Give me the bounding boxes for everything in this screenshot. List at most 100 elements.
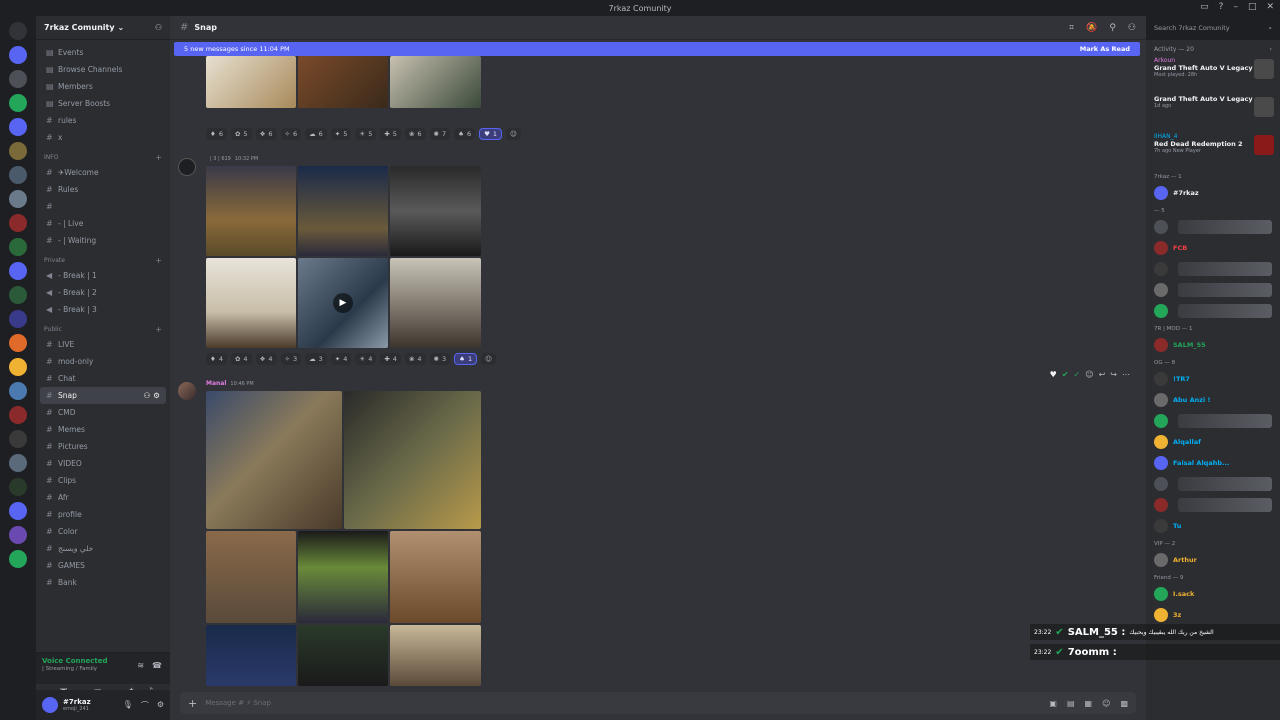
reaction-chip[interactable]: ✚ 5 [380,128,401,140]
server-icon[interactable] [9,550,27,568]
add-reaction-icon[interactable]: ☺ [506,128,521,140]
more-icon[interactable]: ⋯ [1122,370,1130,379]
forward-icon[interactable]: ↪ [1110,370,1117,379]
member-item[interactable]: Abu Anzi ! [1146,389,1280,410]
channel-item[interactable]: # Chat [40,370,166,387]
image-attachment[interactable] [390,531,481,623]
member-item[interactable] [1146,473,1280,494]
activity-card[interactable]: Grand Theft Auto V Legacy 1d ago [1146,93,1280,131]
reaction-chip[interactable]: ♥ 1 [479,128,503,140]
reaction-chip[interactable]: ✦ 5 [330,128,352,140]
help-icon[interactable]: ? [1219,2,1224,12]
channel-item[interactable]: # Bank [40,574,166,591]
avatar[interactable] [178,382,196,400]
member-item[interactable]: Tu [1146,515,1280,536]
reaction-chip[interactable]: ♦ 4 [206,353,227,365]
image-attachment[interactable] [390,258,481,348]
add-reaction-icon[interactable]: ☺ [1085,370,1093,379]
invite-icon[interactable]: ⚇ [144,391,151,400]
reaction-chip[interactable]: ✺ 7 [429,128,451,140]
heart-reaction-icon[interactable]: ♥ [1050,370,1057,379]
image-attachment[interactable] [298,56,388,108]
channel-item[interactable]: # CMD [40,404,166,421]
server-icon[interactable] [9,310,27,328]
nav-item[interactable]: ▤ Events [40,44,166,61]
server-icon[interactable] [9,118,27,136]
channel-item[interactable]: # - | Live [40,215,166,232]
search-input[interactable]: Search 7rkaz Comunity ⌕ [1146,16,1280,40]
emoji-icon[interactable]: ☺ [1102,699,1110,708]
image-attachment[interactable] [344,391,481,529]
channel-item[interactable]: # [40,198,166,215]
sticker-icon[interactable]: ▦ [1085,699,1093,708]
reaction-chip[interactable]: ☁ 3 [305,353,327,365]
invite-icon[interactable]: ⚇ [155,23,162,32]
member-item[interactable]: !TR7 [1146,368,1280,389]
noise-suppression-icon[interactable]: ≋ [137,661,144,670]
channel-item[interactable]: # Afr [40,489,166,506]
image-attachment[interactable] [206,258,296,348]
gear-icon[interactable]: ⚙ [157,700,164,711]
gif-icon[interactable]: ▤ [1067,699,1075,708]
channel-item[interactable]: # x [40,129,166,146]
pin-icon[interactable]: ⚲ [1109,23,1116,33]
mark-as-read-button[interactable]: Mark As Read [1080,45,1130,53]
reaction-chip[interactable]: ✿ 4 [230,353,252,365]
nav-item[interactable]: ▤ Server Boosts [40,95,166,112]
server-icon[interactable] [9,46,27,64]
message-composer[interactable]: + Message # ⚡ Snap ▣ ▤ ▦ ☺ ▩ [180,692,1136,714]
member-item[interactable]: 3z [1146,604,1280,625]
image-attachment[interactable] [298,531,388,623]
channel-item[interactable]: # Clips [40,472,166,489]
server-icon[interactable] [9,382,27,400]
add-reaction-icon[interactable]: ☺ [481,353,496,365]
image-attachment[interactable] [206,391,342,529]
channel-item[interactable]: # Memes [40,421,166,438]
server-icon[interactable] [9,190,27,208]
reaction-chip[interactable]: ✺ 3 [429,353,451,365]
channel-item[interactable]: # Rules [40,181,166,198]
reaction-chip[interactable]: ✧ 6 [280,128,302,140]
member-item[interactable]: Faisal Alqahb... [1146,452,1280,473]
channel-item[interactable]: # Color [40,523,166,540]
channel-item[interactable]: # profile [40,506,166,523]
reaction-chip[interactable]: ✿ 5 [230,128,252,140]
reaction-chip[interactable]: ♦ 6 [206,128,227,140]
home-icon[interactable] [9,22,27,40]
image-attachment[interactable] [298,625,388,686]
reaction-chip[interactable]: ❖ 6 [255,128,277,140]
reaction-chip[interactable]: ☀ 4 [355,353,377,365]
member-item[interactable]: Arthur [1146,549,1280,570]
nav-item[interactable]: ▤ Browse Channels [40,61,166,78]
channel-item[interactable]: # ✈Welcome [40,164,166,181]
server-icon[interactable] [9,478,27,496]
channel-item[interactable]: # rules [40,112,166,129]
headphones-icon[interactable]: ⌒ [141,700,149,711]
reaction-chip[interactable]: ☀ 5 [355,128,377,140]
close-button[interactable]: ✕ [1266,2,1274,12]
reaction-chip[interactable]: ❀ 6 [404,128,426,140]
member-item[interactable]: FCB [1146,237,1280,258]
server-icon[interactable] [9,286,27,304]
threads-icon[interactable]: ⌗ [1069,23,1074,33]
add-attachment-icon[interactable]: + [188,697,197,710]
server-icon[interactable] [9,334,27,352]
member-item[interactable]: Alqallaf [1146,431,1280,452]
reply-icon[interactable]: ↩ [1099,370,1106,379]
member-item[interactable] [1146,300,1280,321]
server-icon[interactable] [9,406,27,424]
server-icon[interactable] [9,262,27,280]
channel-item[interactable]: # Pictures [40,438,166,455]
image-attachment[interactable] [390,56,481,108]
activity-card[interactable]: Arkoun Grand Theft Auto V Legacy Most pl… [1146,55,1280,93]
channel-item[interactable]: # mod-only [40,353,166,370]
server-icon[interactable] [9,238,27,256]
server-icon[interactable] [9,502,27,520]
disconnect-icon[interactable]: ☎ [152,661,162,670]
channel-item[interactable]: # - | Waiting [40,232,166,249]
apps-icon[interactable]: ▩ [1120,699,1128,708]
activity-card[interactable]: IIHAN_4 Red Dead Redemption 2 7h ago New… [1146,131,1280,169]
image-attachment[interactable] [298,166,388,256]
image-attachment[interactable] [206,531,296,623]
channel-item[interactable]: ◀ - Break | 2 [40,284,166,301]
